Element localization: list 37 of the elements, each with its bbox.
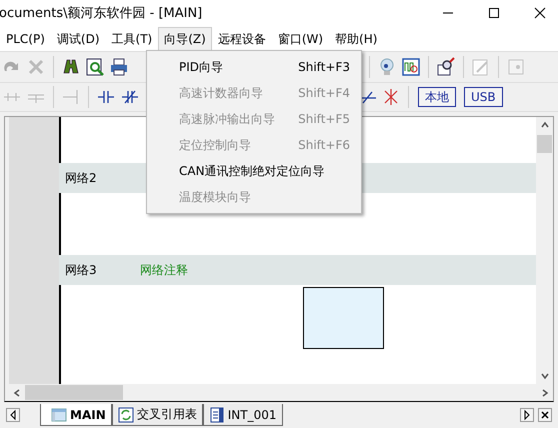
scroll-up-icon[interactable]: [540, 120, 550, 130]
window-title: ocuments\额河东软件园 - [MAIN]: [0, 5, 202, 22]
maximize-icon[interactable]: [488, 7, 500, 19]
menu-item[interactable]: 帮助(H): [329, 26, 384, 52]
tab-right-icon[interactable]: [520, 408, 534, 422]
scroll-down-icon[interactable]: [540, 371, 550, 381]
menu-item[interactable]: PLC(P): [0, 28, 51, 50]
magnifier-table-icon[interactable]: [436, 57, 456, 77]
editor-tab[interactable]: INT_001: [202, 404, 282, 426]
menu-option[interactable]: PID向导 Shift+F3: [147, 54, 361, 80]
menu-option[interactable]: CAN通讯控制绝对定位向导: [147, 158, 361, 184]
program-block-icon: [51, 406, 67, 422]
scroll-right-icon[interactable]: [540, 388, 550, 398]
connection-button[interactable]: USB: [464, 87, 503, 107]
network-label: 网络3: [64, 262, 98, 278]
printer-icon[interactable]: [109, 57, 129, 77]
menu-item[interactable]: 调试(D): [50, 26, 106, 52]
network-comment: 网络注释: [140, 262, 188, 278]
menu-item[interactable]: 向导(Z): [158, 26, 212, 52]
menu-item[interactable]: 远程设备: [212, 26, 272, 52]
menu-item[interactable]: 工具(T): [106, 26, 158, 52]
print-preview-icon[interactable]: [85, 57, 105, 77]
ladder-element-box[interactable]: [303, 287, 384, 349]
tab-left-icon[interactable]: [6, 408, 20, 422]
refresh-icon: [118, 406, 134, 422]
network-label: 网络2: [64, 170, 98, 186]
connection-button[interactable]: 本地: [418, 87, 456, 107]
editor-tab[interactable]: MAIN: [40, 404, 112, 426]
document-icon: [208, 406, 225, 422]
close-icon[interactable]: [538, 408, 552, 422]
editor-tab[interactable]: 交叉引用表: [112, 404, 203, 426]
scroll-left-icon[interactable]: [12, 388, 22, 398]
menu-item[interactable]: 窗口(W): [272, 26, 330, 52]
scroll-thumb[interactable]: [537, 135, 552, 153]
scroll-thumb[interactable]: [25, 385, 123, 400]
close-icon[interactable]: [534, 7, 546, 19]
chart-monitor-icon[interactable]: [401, 57, 421, 77]
